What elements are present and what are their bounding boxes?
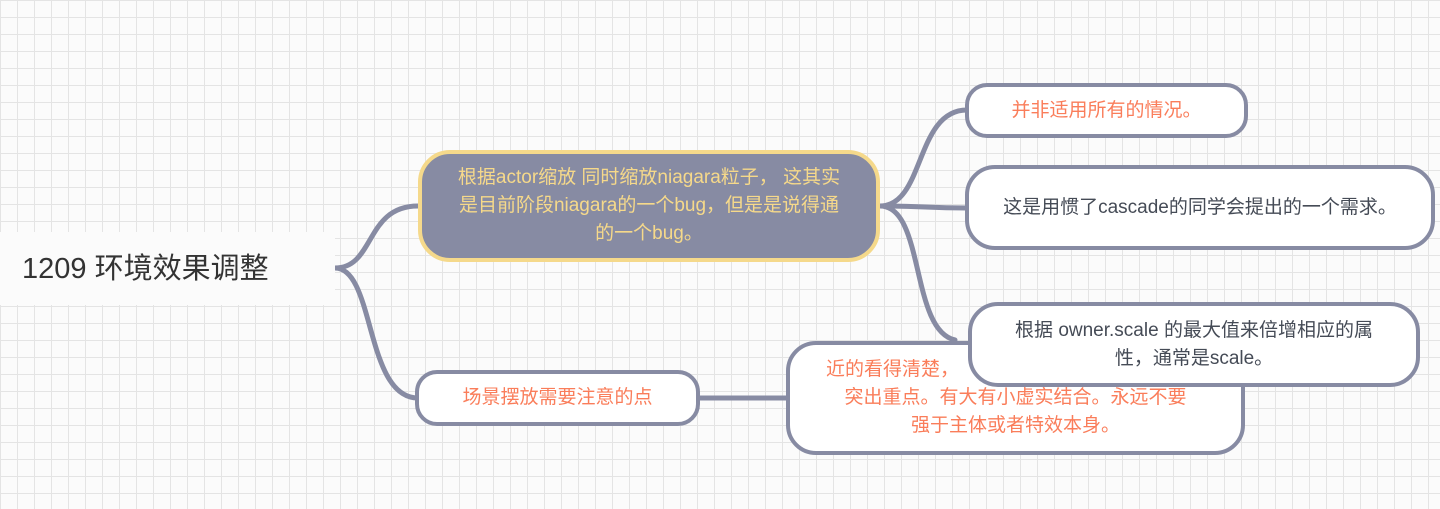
root-node[interactable]: 1209 环境效果调整 <box>0 232 335 305</box>
child-r1-node[interactable]: 并非适用所有的情况。 <box>965 83 1248 138</box>
child-r3-text: 根据 owner.scale 的最大值来倍增相应的属性，通常是scale。 <box>1015 319 1373 369</box>
root-title: 1209 环境效果调整 <box>22 252 269 285</box>
child-r1-text: 并非适用所有的情况。 <box>1011 99 1202 121</box>
branch-a-text: 根据actor缩放 同时缩放niagara粒子， 这其实是目前阶段niagara… <box>457 167 841 244</box>
child-r2-text: 这是用惯了cascade的同学会提出的一个需求。 <box>1003 196 1397 218</box>
child-r2-node[interactable]: 这是用惯了cascade的同学会提出的一个需求。 <box>965 165 1435 250</box>
link-root-a <box>332 203 421 271</box>
branch-b-node[interactable]: 场景摆放需要注意的点 <box>415 370 700 426</box>
child-c-line2: 突出重点。有大有小虚实结合。永远不要 <box>844 387 1187 408</box>
link-a-r3 <box>877 203 958 343</box>
child-c-line3: 强于主体或者特效本身。 <box>910 415 1120 436</box>
child-r3-node[interactable]: 根据 owner.scale 的最大值来倍增相应的属性，通常是scale。 <box>968 302 1420 387</box>
link-root-b <box>332 265 421 401</box>
child-c-line1: 近的看得清楚， <box>826 359 960 380</box>
link-a-r1 <box>877 107 970 209</box>
branch-b-text: 场景摆放需要注意的点 <box>462 387 653 408</box>
branch-a-node[interactable]: 根据actor缩放 同时缩放niagara粒子， 这其实是目前阶段niagara… <box>418 150 880 262</box>
